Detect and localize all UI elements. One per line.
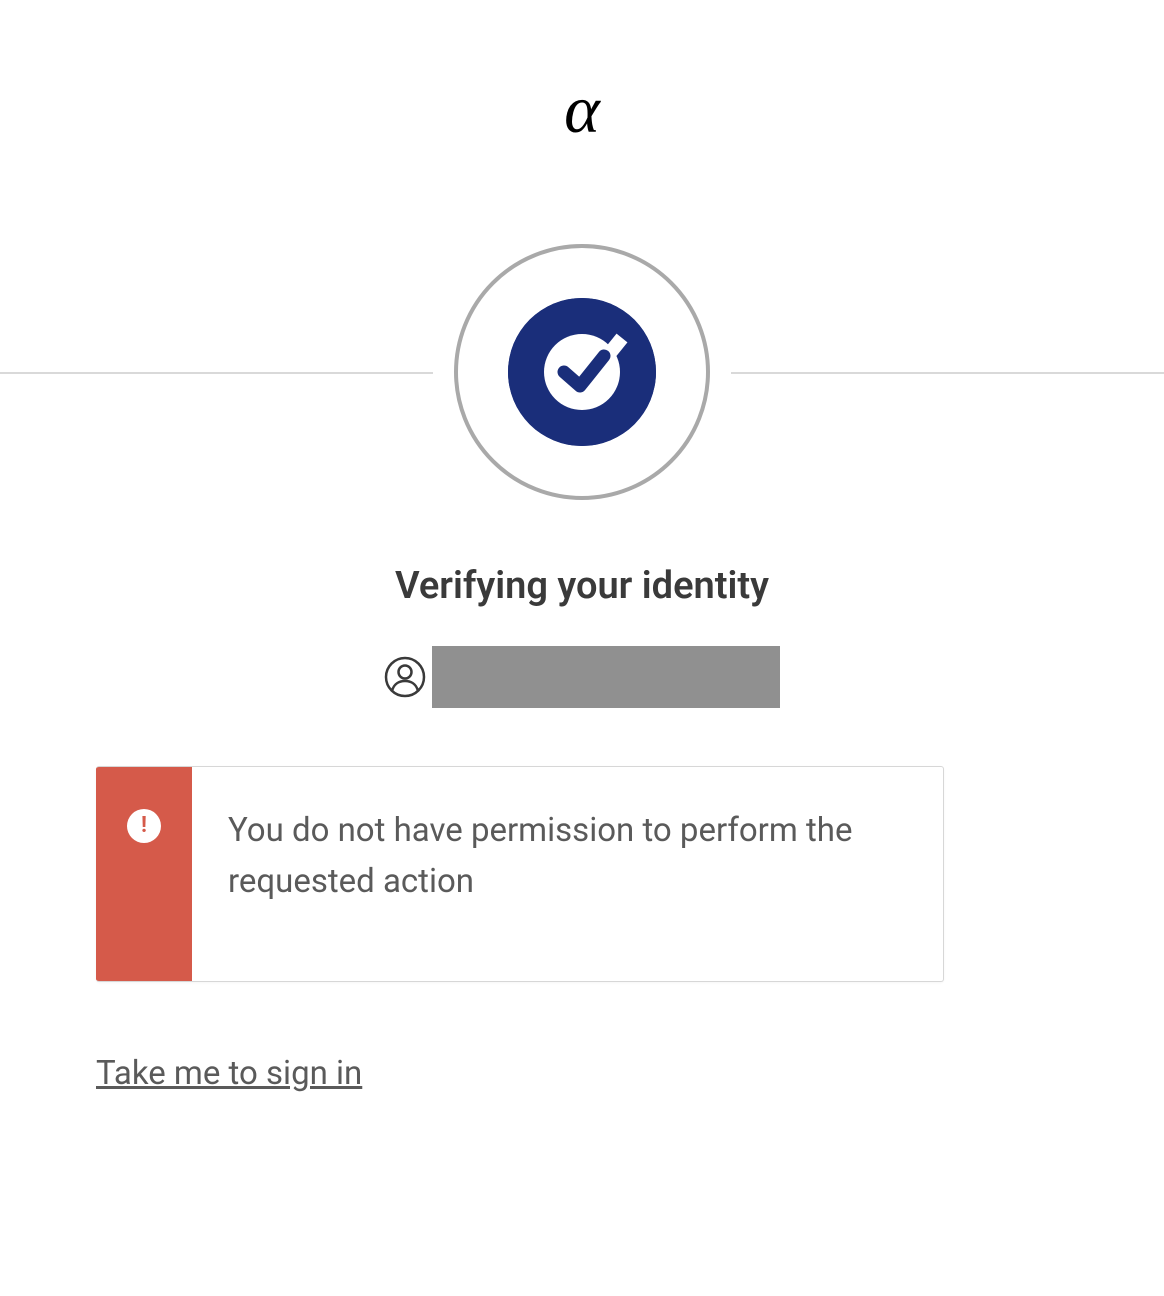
page-title: Verifying your identity (0, 564, 1164, 608)
badge-outer-ring (454, 244, 710, 500)
divider-left (0, 372, 433, 374)
alert-accent-bar: ! (96, 767, 192, 981)
alpha-logo: α (564, 75, 600, 143)
alert-message: You do not have permission to perform th… (228, 805, 907, 907)
verification-badge (454, 244, 710, 500)
logo-area: α (0, 0, 1164, 143)
user-name-redacted (432, 646, 780, 708)
alert-icon: ! (127, 809, 161, 843)
signin-link[interactable]: Take me to sign in (96, 1054, 362, 1093)
alert-body: You do not have permission to perform th… (192, 767, 943, 907)
alert-icon-glyph: ! (141, 815, 147, 837)
checkmark-icon (508, 298, 656, 446)
divider-right (731, 372, 1164, 374)
error-alert: ! You do not have permission to perform … (96, 766, 944, 982)
user-identity-row (0, 646, 1164, 708)
user-icon (384, 656, 426, 698)
